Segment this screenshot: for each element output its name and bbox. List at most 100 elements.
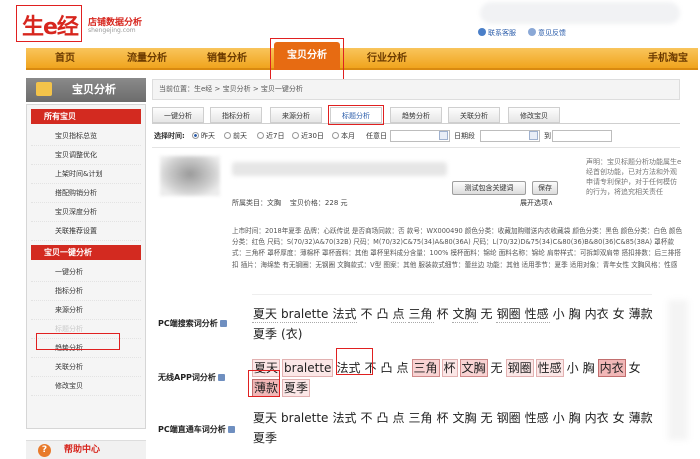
keyword-token[interactable]: 不 [359,306,373,322]
sidebar-item-edit[interactable]: 修改宝贝 [31,377,141,396]
pc-search-label: PC端搜索词分析 [158,318,227,329]
date-end-input[interactable] [552,130,612,142]
keyword-token[interactable]: 文胸 [452,410,478,426]
keyword-token[interactable]: 点 [391,410,405,426]
calendar-icon[interactable] [439,131,448,140]
subtabs: 一键分析 指标分析 来源分析 标题分析 趋势分析 关联分析 修改宝贝 [152,107,680,124]
keyword-token[interactable]: 夏季 [252,326,278,342]
breadcrumb: 当前位置：生e经 > 宝贝分析 > 宝贝一键分析 [152,79,680,100]
save-button[interactable]: 保存 [532,181,558,195]
nav-home[interactable]: 首页 [36,48,94,70]
download-icon[interactable] [227,426,235,433]
sidebar-item-recommend[interactable]: 关联推荐设置 [31,222,141,241]
keyword-token[interactable]: 夏天 [252,306,279,323]
keyword-token[interactable]: 钢圈 [495,306,522,323]
feedback-link[interactable]: 意见反馈 [528,28,566,38]
keyword-token[interactable]: 凸 [375,410,389,426]
tab-trend[interactable]: 趋势分析 [390,107,442,123]
keyword-token[interactable]: 胸 [582,360,596,376]
download-icon[interactable] [219,320,227,327]
keyword-token[interactable]: 性感 [523,306,550,323]
sidebar-item-related[interactable]: 关联分析 [31,358,141,377]
radio-button [224,132,231,139]
sidebar-item-schedule[interactable]: 上架时间&计划 [31,165,141,184]
keyword-token[interactable]: 点 [395,360,409,376]
keyword-token[interactable]: 内衣 [597,359,626,377]
sidebar-item-overview[interactable]: 宝贝指标总览 [31,127,141,146]
nav-sales[interactable]: 销售分析 [194,48,260,70]
keyword-token[interactable]: 文胸 [451,306,478,323]
keyword-token[interactable]: 杯 [441,359,458,377]
tab-source[interactable]: 来源分析 [270,107,322,123]
logo-url: shengejing.com [88,27,136,34]
logo[interactable]: 生e经 [22,9,79,41]
keyword-token[interactable]: bralette [280,306,330,323]
keyword-token[interactable]: 钢圈 [505,359,534,377]
sidebar-section-one-click[interactable]: 宝贝一键分析 [31,245,141,260]
keyword-token[interactable]: 杯 [436,306,450,322]
keyword-token[interactable]: 内衣 [584,410,610,426]
sidebar-section-all-products[interactable]: 所有宝贝 [31,109,141,124]
keyword-token[interactable]: 钢圈 [496,410,522,426]
keyword-token[interactable]: 夏季 [282,379,311,397]
keyword-token[interactable]: 女 [612,306,626,322]
test-keyword-button[interactable]: 测试包含关键词 [452,181,526,195]
radio-this-month[interactable]: 本月 [332,131,355,141]
sidebar-item-source[interactable]: 来源分析 [31,301,141,320]
sidebar-item-deep[interactable]: 宝贝深度分析 [31,203,141,222]
download-icon[interactable] [217,374,225,381]
keyword-token[interactable]: 凸 [375,306,389,322]
product-thumbnail[interactable] [160,156,220,196]
keyword-token[interactable]: 无 [490,360,504,376]
keyword-token[interactable]: 胸 [568,306,582,322]
keyword-token[interactable]: 凸 [379,360,393,376]
keyword-token[interactable]: 性感 [524,410,550,426]
radio-30-days[interactable]: 近30日 [292,131,324,141]
keyword-token[interactable]: 法式 [331,410,357,426]
keyword-token[interactable]: 女 [612,410,626,426]
keyword-token[interactable]: 无 [480,306,494,322]
radio-day-before[interactable]: 前天 [224,131,247,141]
keyword-token[interactable]: 三角 [411,359,440,377]
nav-highlight [270,38,344,82]
sidebar-item-metrics[interactable]: 指标分析 [31,282,141,301]
sidebar-item-one-click[interactable]: 一键分析 [31,263,141,282]
keyword-token[interactable]: 小 [552,306,566,322]
keyword-token[interactable]: bralette [282,359,334,377]
nav-mobile-taobao[interactable]: 手机淘宝 [648,48,688,70]
tab-edit[interactable]: 修改宝贝 [508,107,560,123]
keyword-token[interactable]: 杯 [436,410,450,426]
keyword-token[interactable]: 点 [391,306,406,323]
calendar-icon[interactable] [529,131,538,140]
keyword-token[interactable]: 夏季 [252,430,278,446]
sidebar-item-optimize[interactable]: 宝贝调整优化 [31,146,141,165]
keyword-token[interactable]: bralette [280,410,329,426]
keyword-token[interactable]: 小 [566,360,580,376]
keyword-token[interactable]: 三角 [408,410,434,426]
keyword-token[interactable]: 性感 [535,359,564,377]
keyword-token[interactable]: 无 [480,410,494,426]
keyword-token[interactable]: 薄款 [628,306,654,322]
keyword-token[interactable]: 女 [628,360,642,376]
keyword-token[interactable]: 不 [359,410,373,426]
keyword-token[interactable]: 三角 [407,306,434,323]
keyword-token[interactable]: 法式 [331,306,358,323]
nav-industry[interactable]: 行业分析 [354,48,420,70]
help-center[interactable]: ? 帮助中心 [26,440,146,459]
keyword-token[interactable]: 内衣 [584,306,610,322]
nav-traffic[interactable]: 流量分析 [114,48,180,70]
keyword-token[interactable]: 文胸 [459,359,488,377]
keyword-token[interactable]: 薄款 [628,410,654,426]
sidebar-item-bundle[interactable]: 搭配购销分析 [31,184,141,203]
contact-service-link[interactable]: 联系客服 [478,28,516,38]
tab-one-click[interactable]: 一键分析 [152,107,204,123]
keyword-token[interactable]: 夏天 [252,410,278,426]
tab-metrics[interactable]: 指标分析 [210,107,262,123]
keyword-token[interactable]: (衣) [280,326,303,342]
expand-options-link[interactable]: 展开选项∧ [520,198,553,208]
keyword-token[interactable]: 胸 [568,410,582,426]
radio-yesterday[interactable]: 昨天 [192,131,215,141]
keyword-token[interactable]: 小 [552,410,566,426]
radio-7-days[interactable]: 近7日 [257,131,284,141]
tab-related[interactable]: 关联分析 [448,107,500,123]
